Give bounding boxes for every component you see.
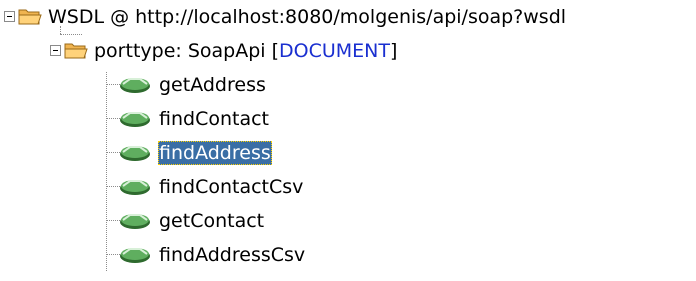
operation-gem-icon (120, 112, 150, 127)
folder-icon (18, 9, 42, 25)
collapse-toggle-icon[interactable] (50, 45, 61, 56)
tree-node-label: porttype: SoapApi [DOCUMENT] (93, 39, 398, 63)
tree-node-label: findContactCsv (159, 176, 304, 198)
porttype-prefix: porttype: SoapApi [ (94, 40, 280, 62)
tree-node-label: getContact (159, 210, 265, 232)
tree-connector-root-h (60, 34, 82, 35)
porttype-suffix: ] (390, 40, 398, 62)
folder-icon (64, 43, 88, 59)
tree-node-label: WSDL @ http://localhost:8080/molgenis/ap… (48, 6, 567, 28)
operation-gem-icon (120, 214, 150, 229)
binding-style-keyword: DOCUMENT (279, 40, 390, 62)
tree-connector-ops (106, 72, 107, 271)
tree-node-label: findContact (159, 108, 269, 130)
tree-node-label: getAddress (159, 74, 266, 96)
operation-gem-icon (120, 146, 150, 161)
operation-gem-icon (120, 248, 150, 263)
collapse-toggle-icon[interactable] (4, 11, 15, 22)
tree-node-label: findAddressCsv (159, 244, 306, 266)
operation-gem-icon (120, 180, 150, 195)
tree-node-label: findAddress (158, 141, 272, 165)
operation-gem-icon (120, 78, 150, 93)
